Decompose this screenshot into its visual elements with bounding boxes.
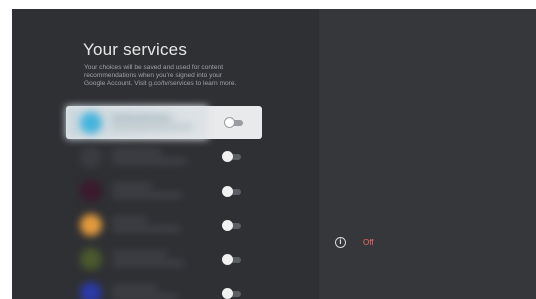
app-name-redacted [112, 184, 152, 188]
app-icon [80, 282, 102, 299]
service-info-blurred [66, 242, 208, 275]
service-row[interactable] [66, 242, 262, 275]
app-icon [80, 180, 102, 202]
info-icon: i [335, 236, 346, 248]
app-name-redacted [112, 252, 167, 256]
app-icon [80, 214, 102, 236]
service-toggle[interactable] [224, 117, 244, 128]
app-detail-redacted [112, 159, 187, 163]
app-name-redacted [112, 286, 157, 290]
toggle-knob [222, 254, 233, 265]
app-icon [80, 146, 102, 168]
service-toggle[interactable] [222, 151, 242, 162]
service-toggle[interactable] [222, 220, 242, 231]
app-detail-redacted [112, 193, 182, 197]
tv-screen: Your services Your choices will be saved… [12, 9, 536, 299]
service-status-row: i Off [335, 235, 374, 249]
service-info-blurred [66, 174, 208, 207]
service-row[interactable] [66, 174, 262, 207]
service-toggle[interactable] [222, 254, 242, 265]
service-row[interactable] [66, 208, 262, 241]
toggle-knob [224, 117, 235, 128]
toggle-knob [222, 151, 233, 162]
app-name-redacted [112, 116, 172, 120]
service-toggle[interactable] [222, 288, 242, 299]
toggle-knob [222, 220, 233, 231]
app-detail-redacted [112, 261, 184, 265]
service-info-blurred [66, 140, 208, 173]
page-title: Your services [83, 40, 188, 59]
service-status: Off [363, 237, 374, 247]
service-info-blurred [66, 208, 208, 241]
service-row[interactable] [66, 140, 262, 173]
page-description: Your choices will be saved and used for … [84, 64, 237, 87]
service-info-blurred [66, 106, 208, 139]
service-row[interactable] [66, 276, 262, 299]
service-info-blurred [66, 276, 208, 299]
app-detail-redacted [112, 125, 192, 129]
app-icon [80, 248, 102, 270]
app-icon [80, 112, 102, 134]
app-detail-redacted [112, 227, 180, 231]
service-row[interactable] [66, 106, 262, 139]
app-name-redacted [112, 150, 162, 154]
toggle-knob [222, 288, 233, 299]
app-detail-redacted [112, 295, 178, 299]
service-toggle[interactable] [222, 186, 242, 197]
detail-panel [319, 9, 536, 299]
toggle-knob [222, 186, 233, 197]
app-name-redacted [112, 218, 147, 222]
